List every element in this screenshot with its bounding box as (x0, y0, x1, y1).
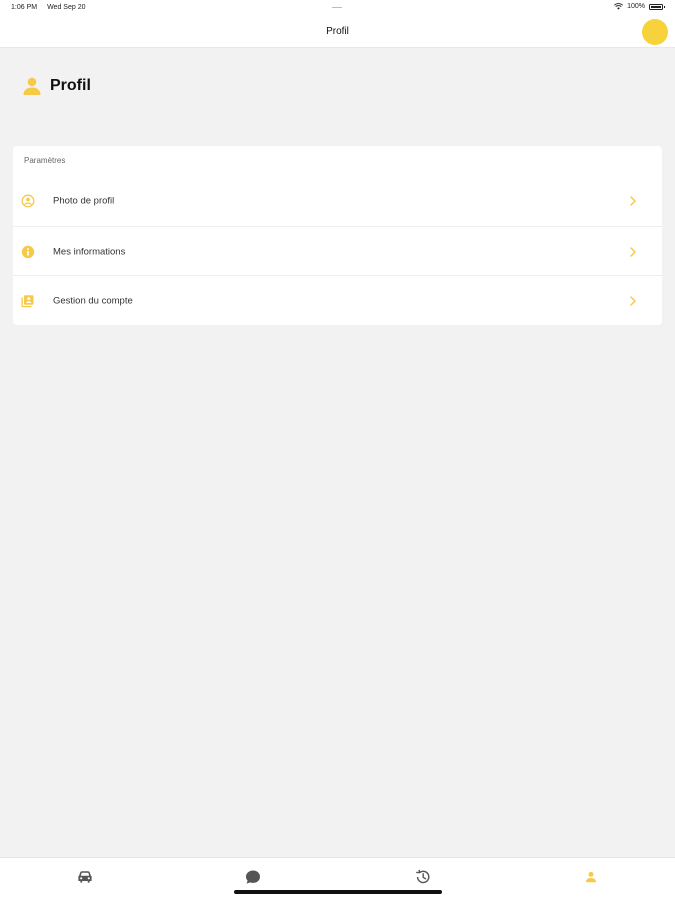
settings-row-photo[interactable]: Photo de profil (13, 176, 662, 226)
settings-row-account[interactable]: Gestion du compte (13, 275, 662, 325)
chevron-right-icon (630, 246, 636, 257)
section-label: Paramètres (24, 156, 66, 165)
status-time: 1:06 PM (11, 4, 38, 11)
car-icon (78, 871, 92, 883)
navigation-bar: Profil (0, 16, 675, 48)
chevron-right-icon (630, 295, 636, 306)
person-icon (23, 77, 41, 95)
status-right: 100% (614, 3, 665, 10)
account-management-icon (21, 294, 34, 307)
chevron-right-icon (630, 196, 636, 206)
status-date: Wed Sep 20 (47, 4, 86, 11)
nav-title: Profil (326, 26, 349, 37)
settings-row-info[interactable]: Mes informations (13, 226, 662, 276)
person-icon (586, 871, 596, 883)
page-title: Profil (50, 77, 91, 94)
tab-profile[interactable] (582, 868, 600, 886)
tab-car[interactable] (76, 868, 94, 886)
avatar-button[interactable] (642, 19, 668, 45)
settings-card: Paramètres Photo de profil Mes informati… (13, 146, 662, 325)
chat-bubble-icon (246, 870, 260, 884)
settings-row-label: Photo de profil (53, 195, 115, 207)
battery-icon (649, 3, 665, 10)
status-bar: 1:06 PM Wed Sep 20 100% (0, 0, 675, 16)
history-icon (416, 869, 430, 884)
tab-history[interactable] (414, 868, 432, 886)
screen: 1:06 PM Wed Sep 20 100% Profil Profil Pa… (0, 0, 675, 900)
page-header: Profil (22, 76, 91, 96)
tab-chat[interactable] (244, 868, 262, 886)
settings-row-label: Gestion du compte (53, 295, 133, 306)
status-left: 1:06 PM Wed Sep 20 (11, 4, 85, 11)
battery-percent: 100% (627, 3, 645, 10)
multitasking-indicator (332, 7, 342, 8)
home-indicator (234, 890, 442, 894)
settings-row-label: Mes informations (53, 246, 126, 257)
profile-photo-icon (21, 194, 35, 208)
wifi-icon (614, 3, 624, 10)
info-icon (21, 245, 35, 258)
